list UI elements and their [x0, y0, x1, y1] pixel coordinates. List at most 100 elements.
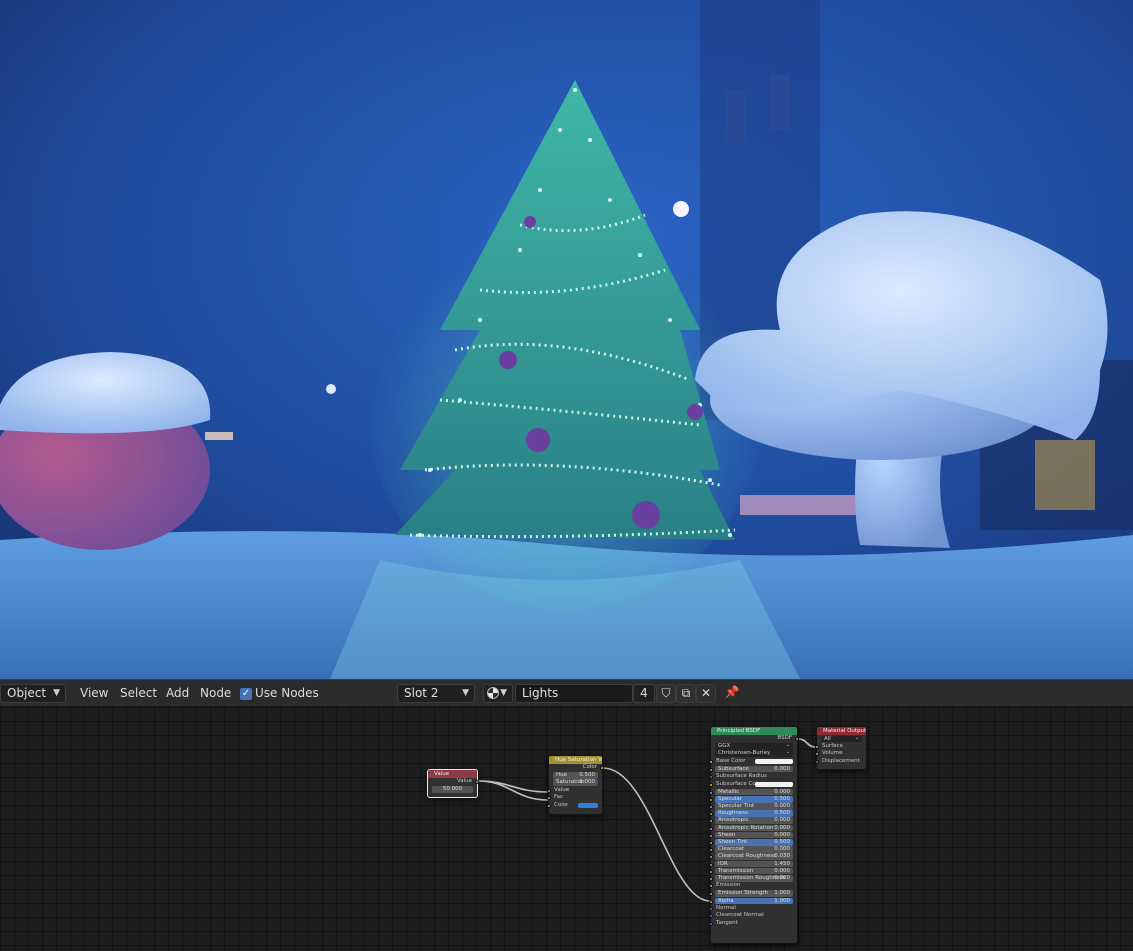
bsdf-input-socket[interactable] — [709, 797, 713, 802]
bsdf-input-socket[interactable] — [709, 855, 713, 860]
bsdf-input-clearcoat[interactable]: Clearcoat 0.000 — [709, 846, 793, 853]
bsdf-input-socket[interactable] — [709, 805, 713, 810]
bsdf-input-sheen[interactable]: Sheen 0.000 — [709, 831, 793, 839]
bsdf-input-emission-strength[interactable]: Emission Strength 1.000 — [709, 890, 793, 897]
bsdf-input-anisotropic-rotation[interactable]: Anisotropic Rotation 0.000 — [709, 824, 793, 832]
subsurface-method-dropdown[interactable]: Christensen-Burley — [715, 749, 793, 757]
value-node[interactable]: Value Value 50.000 — [427, 769, 479, 798]
material-browse-button[interactable]: ▼ — [483, 684, 513, 703]
bsdf-input-subsurface[interactable]: Subsurface 0.000 — [709, 765, 793, 773]
material-name-field[interactable]: Lights — [515, 684, 633, 703]
bsdf-input-label: Roughness — [718, 810, 749, 817]
render-viewport[interactable] — [0, 0, 1133, 679]
bsdf-input-tangent: Tangent — [709, 920, 797, 928]
bsdf-input-socket[interactable] — [709, 782, 713, 787]
volume-input-socket[interactable] — [815, 752, 819, 757]
value-input-socket[interactable] — [547, 788, 551, 793]
hsv-node-title: Hue Saturation Value — [549, 756, 602, 764]
bsdf-input-transmission[interactable]: Transmission 0.000 — [709, 867, 793, 875]
bsdf-input-socket[interactable] — [709, 841, 713, 846]
chevron-down-icon: ▼ — [53, 688, 60, 698]
bsdf-input-value: 1.000 — [774, 890, 790, 897]
render-preview — [0, 0, 1133, 679]
bsdf-input-value: 0.000 — [774, 846, 790, 853]
bsdf-input-normal: Normal — [709, 905, 797, 913]
bsdf-input-socket[interactable] — [709, 869, 713, 874]
bsdf-input-transmission-roughness[interactable]: Transmission Roughness 0.000 — [709, 874, 793, 882]
bsdf-input-socket[interactable] — [709, 862, 713, 867]
object-mode-dropdown[interactable]: Object ▼ — [0, 684, 66, 703]
principled-bsdf-node[interactable]: Principled BSDF BSDF GGX Christensen-Bur… — [709, 726, 799, 944]
bsdf-input-socket[interactable] — [709, 906, 713, 911]
value-output-socket[interactable] — [475, 780, 479, 784]
menu-add[interactable]: Add — [166, 680, 189, 707]
material-output-node[interactable]: Material Output All Surface Volume Displ… — [815, 726, 867, 770]
bsdf-input-label: Subsurface Radius — [716, 772, 767, 779]
bsdf-input-label: Subsurface — [718, 765, 749, 772]
color-swatch[interactable] — [578, 803, 598, 808]
bsdf-input-socket[interactable] — [709, 848, 713, 853]
hue-value: 0.500 — [579, 772, 595, 779]
material-sphere-icon — [487, 686, 499, 699]
bsdf-input-label: Transmission — [718, 867, 754, 874]
bsdf-input-clearcoat-roughness[interactable]: Clearcoat Roughness 0.030 — [709, 853, 793, 860]
bsdf-input-value: 0.000 — [774, 831, 790, 838]
bsdf-input-base-color[interactable]: Base Color — [709, 758, 797, 766]
material-name: Lights — [522, 686, 559, 700]
bsdf-input-socket[interactable] — [709, 914, 713, 919]
hue-saturation-value-node[interactable]: Hue Saturation Value Color Hue 0.500 Satu… — [547, 755, 604, 815]
bsdf-input-socket[interactable] — [709, 767, 713, 772]
bsdf-input-socket[interactable] — [709, 790, 713, 795]
slot-dropdown[interactable]: Slot 2 ▼ — [397, 684, 475, 703]
menu-node[interactable]: Node — [200, 680, 231, 707]
hue-field[interactable]: Hue 0.500 — [553, 772, 598, 779]
use-nodes-toggle[interactable]: ✓ Use Nodes — [240, 680, 319, 707]
bsdf-output-label: BSDF — [777, 735, 792, 741]
fac-input-socket[interactable] — [547, 796, 551, 801]
bsdf-input-socket[interactable] — [709, 759, 713, 764]
bsdf-input-socket[interactable] — [709, 892, 713, 897]
bsdf-input-roughness[interactable]: Roughness 0.500 — [709, 810, 793, 817]
fac-input-label: Fac — [554, 794, 564, 801]
bsdf-input-metallic[interactable]: Metallic 0.000 — [709, 788, 793, 796]
displacement-input-socket[interactable] — [815, 759, 819, 764]
bsdf-input-specular[interactable]: Specular 0.500 — [709, 795, 793, 803]
color-swatch[interactable] — [755, 782, 793, 787]
user-count-button[interactable]: 4 — [633, 684, 655, 703]
bsdf-input-anisotropic[interactable]: Anisotropic 0.000 — [709, 817, 793, 825]
fake-user-shield-icon[interactable]: ⛉ — [656, 684, 676, 703]
bsdf-input-socket[interactable] — [709, 833, 713, 838]
bsdf-output-socket[interactable] — [795, 737, 799, 741]
saturation-field[interactable]: Saturation 1.000 — [553, 779, 598, 786]
bsdf-input-label: Alpha — [718, 897, 734, 904]
hsv-color-output-socket[interactable] — [600, 766, 604, 770]
color-swatch[interactable] — [755, 759, 793, 764]
bsdf-input-socket[interactable] — [709, 899, 713, 904]
distribution-dropdown[interactable]: GGX — [715, 742, 793, 750]
surface-input-socket[interactable] — [815, 744, 819, 749]
duplicate-material-icon[interactable]: ⧉ — [676, 684, 696, 703]
bsdf-input-value: 0.500 — [774, 810, 790, 817]
pin-icon[interactable]: 📌 — [722, 684, 742, 703]
checkbox-icon[interactable]: ✓ — [240, 687, 252, 700]
output-target-dropdown[interactable]: All — [821, 735, 862, 743]
bsdf-input-socket[interactable] — [709, 812, 713, 817]
bsdf-input-socket[interactable] — [709, 884, 713, 889]
bsdf-input-socket[interactable] — [709, 819, 713, 824]
bsdf-input-socket[interactable] — [709, 826, 713, 831]
bsdf-input-specular-tint[interactable]: Specular Tint 0.000 — [709, 803, 793, 810]
color-input-socket[interactable] — [547, 803, 551, 808]
menu-select[interactable]: Select — [120, 680, 157, 707]
bsdf-input-ior[interactable]: IOR 1.450 — [709, 860, 793, 868]
bsdf-input-value: 0.500 — [774, 839, 790, 846]
bsdf-input-socket[interactable] — [709, 774, 713, 779]
unlink-material-close-icon[interactable]: ✕ — [696, 684, 716, 703]
bsdf-input-alpha[interactable]: Alpha 1.000 — [709, 897, 793, 905]
bsdf-input-socket[interactable] — [709, 876, 713, 881]
node-editor-canvas[interactable]: Value Value 50.000 Hue Saturation Value … — [0, 707, 1133, 951]
value-field[interactable]: 50.000 — [432, 786, 473, 793]
bsdf-input-subsurface-colo[interactable]: Subsurface Colo — [709, 781, 797, 789]
bsdf-input-sheen-tint[interactable]: Sheen Tint 0.500 — [709, 839, 793, 846]
bsdf-input-socket[interactable] — [709, 921, 713, 926]
menu-view[interactable]: View — [80, 680, 108, 707]
